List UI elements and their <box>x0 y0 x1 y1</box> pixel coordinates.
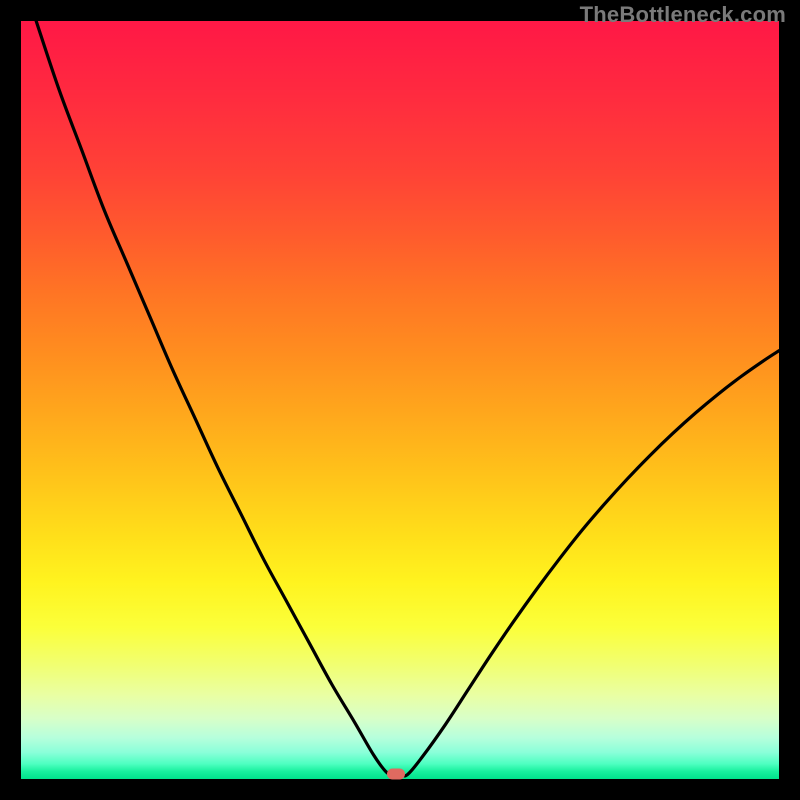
optimum-marker <box>387 769 405 780</box>
watermark-text: TheBottleneck.com <box>580 2 786 28</box>
bottleneck-curve <box>21 21 779 779</box>
gradient-plot-area <box>21 21 779 779</box>
chart-frame: TheBottleneck.com <box>0 0 800 800</box>
